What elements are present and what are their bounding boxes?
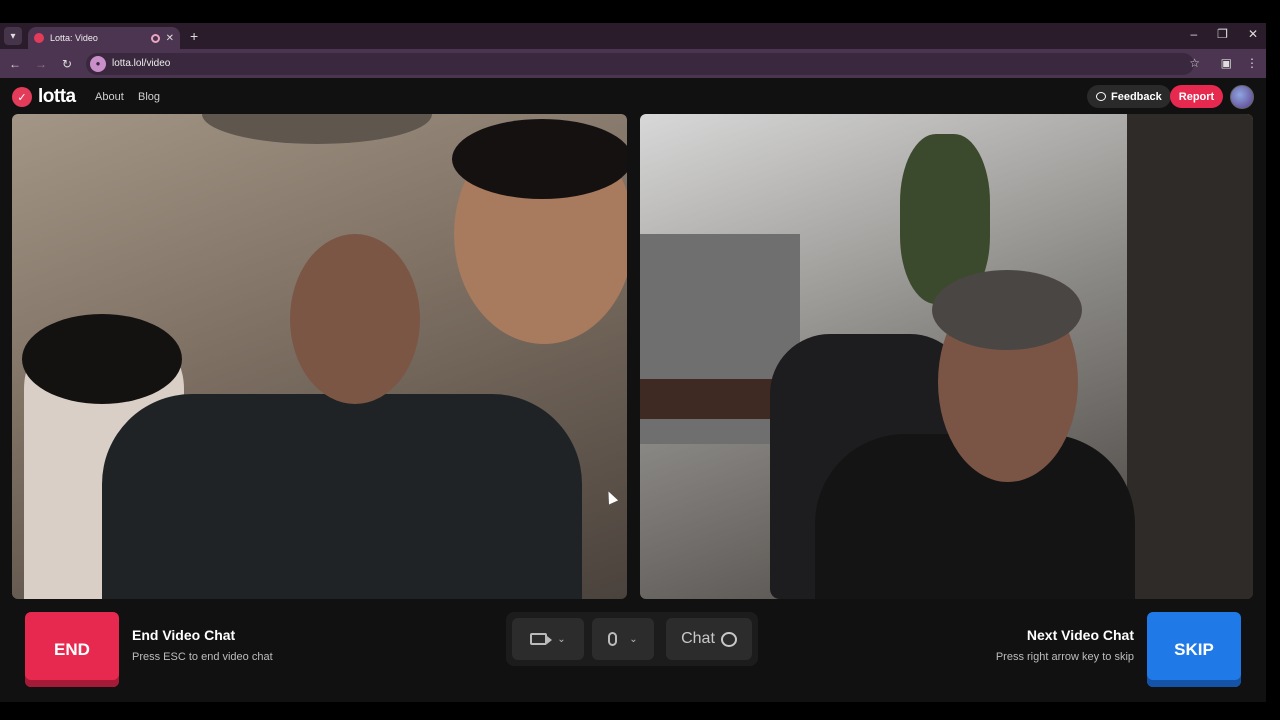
mouse-cursor-icon <box>603 489 619 505</box>
person-hair-shape <box>932 270 1082 350</box>
person-left-hair-shape <box>22 314 182 404</box>
camera-icon <box>530 633 553 645</box>
next-hint: Press right arrow key to skip <box>995 651 1134 663</box>
browser-toolbar: ← → ↻ ● lotta.lol/video ☆ ▣ ⋮ <box>0 49 1266 78</box>
chat-label: Chat <box>681 630 715 647</box>
feedback-label: Feedback <box>1111 90 1162 103</box>
feedback-button[interactable]: Feedback <box>1087 85 1171 108</box>
window-controls: – ❐ ✕ <box>1190 27 1258 41</box>
tab-search-icon[interactable]: ▾ <box>4 27 22 45</box>
minimize-icon[interactable]: – <box>1190 27 1197 41</box>
lotta-favicon-icon <box>34 33 44 43</box>
ceiling-fan-shape <box>202 114 432 144</box>
curtain-shape <box>1127 114 1253 599</box>
next-title: Next Video Chat <box>1026 627 1134 643</box>
camera-toggle-button[interactable]: ⌄ <box>512 618 584 660</box>
microphone-icon <box>608 632 618 646</box>
browser-tabstrip: ▾ Lotta: Video ✕ + – ❐ ✕ <box>0 23 1266 49</box>
skip-button[interactable]: SKIP <box>1147 612 1241 687</box>
chevron-down-icon: ⌄ <box>629 633 638 645</box>
forward-icon[interactable]: → <box>30 57 52 71</box>
chat-bubble-icon <box>1096 92 1106 101</box>
nav-blog-link[interactable]: Blog <box>138 91 160 103</box>
nav-about-link[interactable]: About <box>95 91 124 103</box>
report-button[interactable]: Report <box>1170 85 1223 108</box>
new-tab-icon[interactable]: + <box>190 28 198 44</box>
end-hint: Press ESC to end video chat <box>132 651 273 663</box>
chevron-down-icon: ⌄ <box>557 633 566 645</box>
recording-icon <box>150 33 160 43</box>
logo-text: lotta <box>38 86 76 107</box>
kebab-menu-icon[interactable]: ⋮ <box>1246 56 1258 70</box>
app-header: ✓ lotta About Blog Feedback Report <box>0 78 1266 114</box>
tab-close-icon[interactable]: ✕ <box>166 33 174 44</box>
bookmark-star-icon[interactable]: ☆ <box>1189 56 1200 70</box>
restore-icon[interactable]: ❐ <box>1217 27 1228 41</box>
chat-bubble-icon <box>720 631 737 647</box>
end-title: End Video Chat <box>132 627 236 643</box>
remote-video <box>12 114 627 599</box>
user-avatar[interactable] <box>1230 85 1254 109</box>
url-text: lotta.lol/video <box>112 58 171 69</box>
screen-bottom-border <box>0 702 1280 720</box>
lotta-logo[interactable]: ✓ lotta <box>12 86 76 108</box>
toolbar-right: ▣ ⋮ <box>1221 56 1258 70</box>
person-center-face-shape <box>290 234 420 404</box>
mic-toggle-button[interactable]: ⌄ <box>592 618 654 660</box>
lotta-app: ✓ lotta About Blog Feedback Report END E… <box>0 78 1266 702</box>
tab-title: Lotta: Video <box>50 33 98 43</box>
screen-top-border <box>0 0 1280 23</box>
close-window-icon[interactable]: ✕ <box>1248 27 1258 41</box>
lotta-logo-icon: ✓ <box>12 87 32 107</box>
side-panel-icon[interactable]: ▣ <box>1221 56 1232 70</box>
reload-icon[interactable]: ↻ <box>56 57 78 71</box>
media-controls: ⌄ ⌄ Chat <box>506 612 758 666</box>
browser-tab[interactable]: Lotta: Video ✕ <box>28 27 180 49</box>
person-center-body-shape <box>102 394 582 599</box>
end-button[interactable]: END <box>25 612 119 687</box>
local-video <box>640 114 1253 599</box>
address-bar[interactable]: ● lotta.lol/video <box>86 52 1194 75</box>
back-icon[interactable]: ← <box>4 57 26 71</box>
site-info-icon[interactable]: ● <box>90 55 106 72</box>
chat-button[interactable]: Chat <box>666 618 752 660</box>
person-right-hair-shape <box>452 119 627 199</box>
screen-right-border <box>1266 23 1280 702</box>
